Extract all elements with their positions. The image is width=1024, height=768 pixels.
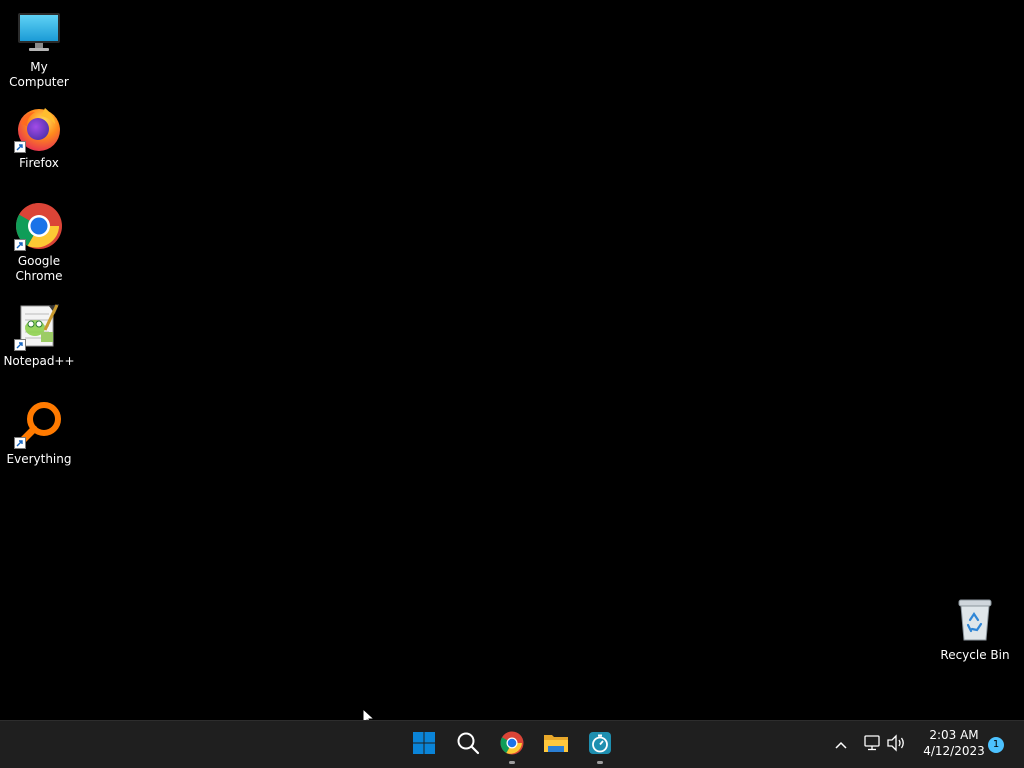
shortcut-arrow-icon [14, 239, 26, 251]
clock-time: 2:03 AM [929, 728, 979, 742]
running-indicator [509, 761, 515, 764]
shortcut-arrow-icon [14, 141, 26, 153]
start-button[interactable] [404, 725, 444, 765]
search-icon [456, 731, 480, 759]
monitor-icon [15, 8, 63, 56]
network-icon [862, 735, 882, 757]
desktop-icon-label: Notepad++ [3, 354, 75, 368]
taskbar-file-explorer-button[interactable] [536, 725, 576, 765]
running-indicator [597, 761, 603, 764]
windows-start-icon [412, 731, 436, 759]
recycle-bin-icon [951, 596, 999, 644]
desktop-icon-notepad-plus-plus[interactable]: Notepad++ [0, 302, 78, 369]
chrome-icon [14, 202, 63, 251]
desktop[interactable]: My Computer Firefox Google Chrome Notepa… [0, 0, 1024, 728]
desktop-icon-label: My Computer [9, 60, 69, 89]
chrome-icon [500, 731, 524, 759]
desktop-icon-everything[interactable]: Everything [0, 400, 78, 467]
taskbar: 2:03 AM 4/12/2023 1 [0, 720, 1024, 768]
desktop-icon-label: Everything [6, 452, 72, 466]
everything-icon [14, 400, 63, 449]
stopwatch-icon [588, 731, 612, 759]
network-button[interactable] [862, 733, 884, 755]
folder-icon [543, 732, 569, 758]
desktop-icon-firefox[interactable]: Firefox [0, 104, 78, 171]
volume-button[interactable] [886, 733, 908, 755]
desktop-icon-my-computer[interactable]: My Computer [0, 8, 78, 90]
desktop-icon-google-chrome[interactable]: Google Chrome [0, 202, 78, 284]
desktop-icon-label: Google Chrome [15, 254, 63, 283]
shortcut-arrow-icon [14, 339, 26, 351]
desktop-icon-label: Recycle Bin [940, 648, 1010, 662]
shortcut-arrow-icon [14, 437, 26, 449]
taskbar-chrome-button[interactable] [492, 725, 532, 765]
desktop-icon-recycle-bin[interactable]: Recycle Bin [936, 596, 1014, 663]
show-hidden-icons-button[interactable] [830, 733, 852, 755]
clock-date: 4/12/2023 [923, 744, 985, 758]
taskbar-timer-button[interactable] [580, 725, 620, 765]
firefox-icon [14, 104, 63, 153]
taskbar-search-button[interactable] [448, 725, 488, 765]
taskbar-clock[interactable]: 2:03 AM 4/12/2023 [914, 727, 994, 759]
notepadpp-icon [14, 302, 63, 351]
chevron-up-icon [834, 735, 848, 754]
volume-icon [886, 734, 906, 757]
desktop-icon-label: Firefox [19, 156, 59, 170]
notification-badge[interactable]: 1 [988, 737, 1004, 753]
